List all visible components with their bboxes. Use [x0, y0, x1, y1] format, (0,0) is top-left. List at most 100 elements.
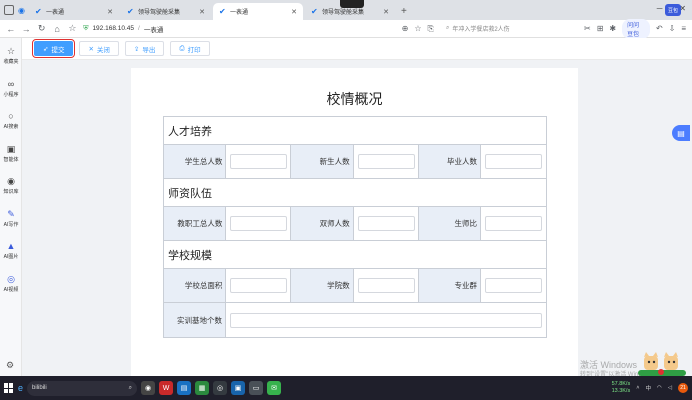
address-bar: ← → ↻ ⌂ ☆ ⛨ 192.168.10.45 / 一表通 ⊕ ☆ ⎘ ⌕ …	[0, 18, 692, 39]
menu-icon[interactable]: ≡	[681, 24, 686, 33]
upload-icon: ⇪	[133, 45, 140, 53]
apps-grid-icon[interactable]: ⊞	[597, 24, 604, 33]
field-cell	[481, 269, 546, 302]
volume-icon[interactable]: ◁	[668, 385, 672, 391]
recording-indicator	[340, 0, 364, 8]
extensions-icon[interactable]: ✱	[609, 24, 616, 33]
export-button[interactable]: ⇪ 导出	[124, 41, 165, 56]
app-icon[interactable]: ▦	[195, 381, 210, 395]
print-button[interactable]: ⎙ 打印	[170, 41, 210, 56]
form-row: 实训基地个数	[164, 303, 546, 337]
app-icon[interactable]: ◎	[213, 381, 228, 395]
training-bases-input[interactable]	[230, 312, 542, 328]
doubao-extension-button[interactable]: 问问豆包	[622, 18, 650, 39]
workspace-icon[interactable]	[4, 5, 14, 15]
wifi-icon[interactable]: ◠	[657, 385, 662, 391]
favorite-icon[interactable]: ☆	[414, 24, 421, 34]
sidebar-item-miniprogram[interactable]: ∞ 小程序	[0, 79, 22, 98]
notification-badge[interactable]: 21	[678, 383, 688, 393]
tab-close-icon[interactable]: ✕	[107, 8, 113, 16]
profile-avatar[interactable]: 豆包	[665, 4, 681, 16]
address-search-hint[interactable]: ⌕ 年冲入学餐店救2人伤	[446, 24, 578, 33]
app-icon[interactable]: ▤	[177, 381, 192, 395]
edge-icon[interactable]: e	[18, 383, 23, 393]
translate-icon[interactable]: ⊕	[402, 24, 409, 34]
browser-tab[interactable]: ✔ 一表通 ✕	[29, 3, 119, 20]
sidebar-item-ai-image[interactable]: ▲ AI图片	[0, 241, 22, 260]
site-favicon-icon: ✔	[126, 7, 134, 16]
app-icon[interactable]: ▭	[249, 381, 264, 395]
sidebar-item-ai-search[interactable]: ○ AI搜索	[0, 111, 22, 130]
reload-icon[interactable]: ↻	[37, 23, 46, 34]
field-label: 学院数	[291, 269, 354, 302]
address-actions: ⊕ ☆ ⎘	[402, 24, 434, 34]
wechat-icon[interactable]: ✉	[267, 381, 282, 395]
graduates-input[interactable]	[484, 154, 542, 169]
taskbar-search[interactable]: bilibili ⌕	[27, 380, 138, 396]
wps-icon[interactable]: W	[159, 381, 174, 395]
search-hint-text: 年冲入学餐店救2人伤	[452, 27, 510, 33]
form-row: 学校总面积 学院数 专业群	[164, 269, 546, 303]
field-cell	[354, 207, 419, 240]
back-icon[interactable]: ←	[6, 24, 15, 34]
forward-icon[interactable]: →	[21, 24, 31, 34]
url-field[interactable]: ⛨ 192.168.10.45 / 一表通	[83, 24, 290, 34]
tab-label: 一表通	[229, 10, 248, 16]
tab-label: 领导驾驶舱采集	[137, 10, 180, 16]
tray-chevron-icon[interactable]: ˄	[636, 385, 639, 391]
browser-tab-active[interactable]: ✔ 一表通 ✕	[212, 3, 303, 20]
sidebar-item-ai-writing[interactable]: ✎ AI写作	[0, 209, 22, 228]
sidebar-item-label: 知识库	[3, 189, 19, 195]
major-groups-input[interactable]	[484, 278, 542, 293]
close-button[interactable]: ✕ 关闭	[79, 41, 119, 56]
student-teacher-ratio-input[interactable]	[484, 216, 542, 231]
sidebar-item-favorites[interactable]: ☆ 收藏夹	[0, 46, 22, 65]
new-students-input[interactable]	[357, 154, 415, 169]
sidebar-item-ai-video[interactable]: ◎ AI视频	[0, 274, 22, 293]
tab-bar-left-icons: ◉	[0, 0, 29, 20]
browser-tab[interactable]: ✔ 领导驾驶舱采集 ✕	[121, 3, 211, 20]
dual-teachers-input[interactable]	[357, 216, 415, 231]
campus-area-input[interactable]	[230, 278, 288, 293]
submit-button[interactable]: ➶ 提交	[31, 39, 76, 58]
new-tab-button[interactable]: +	[401, 3, 407, 20]
total-staff-input[interactable]	[230, 216, 288, 231]
input-method-icon[interactable]: 中	[645, 384, 651, 392]
browser-tab-bar: ◉ ✔ 一表通 ✕ ✔ 领导驾驶舱采集 ✕ ✔ 一表通 ✕ ✔ 领导驾驶舱采集 …	[0, 0, 692, 20]
sidebar-item-agent[interactable]: ▣ 智能体	[0, 144, 22, 163]
field-label: 生师比	[418, 207, 481, 240]
tab-close-icon[interactable]: ✕	[291, 8, 297, 16]
download-icon[interactable]: ⇩	[669, 24, 676, 33]
tab-label: 领导驾驶舱采集	[321, 10, 364, 16]
minimize-button[interactable]: ─	[657, 4, 663, 13]
tab-group-icon[interactable]: ◉	[18, 6, 25, 15]
print-icon: ⎙	[179, 44, 185, 52]
total-students-input[interactable]	[230, 154, 288, 169]
url-page: 一表通	[143, 26, 164, 34]
form-row: 学生总人数 新生人数 毕业人数	[164, 145, 546, 179]
cat-mascot-icon	[638, 352, 686, 376]
collections-icon[interactable]: ⎘	[428, 24, 434, 34]
star-bookmark-icon[interactable]: ☆	[68, 23, 77, 34]
app-icon[interactable]: ▣	[231, 381, 246, 395]
gear-icon[interactable]: ⚙	[6, 360, 14, 371]
colleges-count-input[interactable]	[357, 278, 415, 293]
tab-close-icon[interactable]: ✕	[383, 8, 389, 16]
upload-speed: 57.8K/s	[611, 381, 631, 387]
sidebar-item-label: AI图片	[3, 254, 19, 260]
pen-icon: ✎	[7, 209, 15, 219]
link-icon: ∞	[7, 79, 15, 89]
tab-close-icon[interactable]: ✕	[199, 8, 205, 16]
chrome-icon[interactable]: ◉	[141, 381, 156, 395]
field-label: 教职工总人数	[164, 207, 227, 240]
home-icon[interactable]: ⌂	[52, 24, 61, 34]
scissors-icon[interactable]: ✂	[584, 24, 591, 33]
sidebar-item-knowledge[interactable]: ◉ 知识库	[0, 176, 22, 195]
side-panel-toggle-icon[interactable]: ▤	[672, 125, 690, 141]
windows-start-icon[interactable]	[4, 383, 14, 393]
secure-shield-icon: ⛨	[83, 24, 89, 32]
form-toolbar: ➶ 提交 ✕ 关闭 ⇪ 导出 ⎙ 打印	[22, 38, 692, 60]
undo-icon[interactable]: ↶	[656, 24, 663, 33]
search-icon: ⌕	[445, 25, 450, 31]
section-title-scale: 学校规模	[164, 241, 546, 269]
